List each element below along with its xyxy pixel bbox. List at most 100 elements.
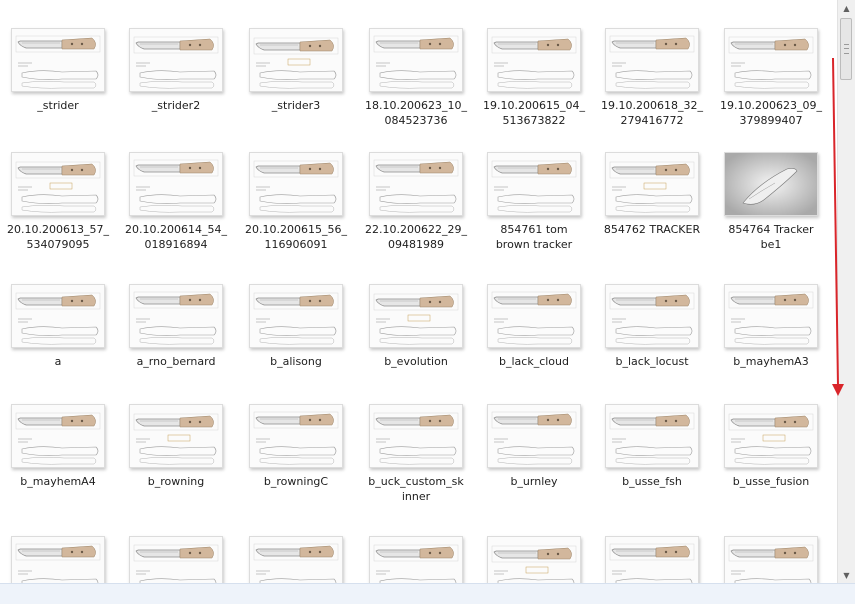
- file-name-label: 19.10.200615_04_ 513673822: [483, 99, 585, 127]
- file-thumbnail: [129, 284, 223, 348]
- file-item[interactable]: _strider: [2, 20, 114, 113]
- file-item[interactable]: [596, 536, 708, 584]
- file-name-label: 19.10.200623_09_ 379899407: [720, 99, 822, 127]
- scroll-up-arrow-icon[interactable]: ▲: [838, 0, 855, 17]
- file-thumbnail: [487, 284, 581, 348]
- file-item[interactable]: 854762 TRACKER: [596, 152, 708, 237]
- file-name-label: 854764 Tracker be1: [728, 223, 814, 251]
- file-item[interactable]: b_lack_locust: [596, 284, 708, 369]
- file-name-label: b_lack_locust: [615, 355, 689, 368]
- file-item[interactable]: b_urnley: [478, 404, 590, 489]
- file-item[interactable]: [2, 536, 114, 584]
- file-item[interactable]: b_mayhemA3: [715, 284, 827, 369]
- file-thumbnail: [129, 28, 223, 92]
- file-name-label: b_usse_fsh: [622, 475, 682, 488]
- file-name-label: b_mayhemA3: [733, 355, 809, 368]
- file-name-label: b_rowning: [147, 475, 205, 488]
- file-thumbnail: [724, 404, 818, 468]
- file-thumbnail: [369, 404, 463, 468]
- file-name-label: _strider: [37, 99, 79, 112]
- file-item[interactable]: 854764 Tracker be1: [715, 152, 827, 252]
- file-thumbnail: [129, 404, 223, 468]
- file-thumbnail: [605, 404, 699, 468]
- file-thumbnail: [369, 28, 463, 92]
- file-name-label: b_evolution: [384, 355, 448, 368]
- file-name-label: 854762 TRACKER: [603, 223, 701, 236]
- file-item[interactable]: b_rowning: [120, 404, 232, 489]
- file-thumbnail: [249, 404, 343, 468]
- file-thumbnail: [249, 536, 343, 584]
- file-thumbnail: [487, 28, 581, 92]
- file-item[interactable]: [478, 536, 590, 584]
- scrollbar-thumb[interactable]: [840, 18, 852, 80]
- file-name-label: a: [54, 355, 62, 368]
- file-item[interactable]: 22.10.200622_29_ 09481989: [360, 152, 472, 252]
- file-name-label: b_urnley: [510, 475, 558, 488]
- file-item[interactable]: 19.10.200623_09_ 379899407: [715, 20, 827, 128]
- file-thumbnail: [487, 404, 581, 468]
- scroll-down-arrow-icon[interactable]: ▼: [838, 567, 855, 584]
- file-item[interactable]: 20.10.200613_57_ 534079095: [2, 152, 114, 252]
- file-thumbnail: [129, 536, 223, 584]
- file-thumbnail: [369, 284, 463, 348]
- file-name-label: b_rowningC: [263, 475, 329, 488]
- file-thumbnail: [724, 28, 818, 92]
- file-thumbnail: [129, 152, 223, 216]
- file-thumbnail: [11, 284, 105, 348]
- vertical-scrollbar[interactable]: ▲ ▼: [837, 0, 855, 584]
- file-item[interactable]: b_usse_fsh: [596, 404, 708, 489]
- file-name-label: 22.10.200622_29_ 09481989: [365, 223, 467, 251]
- file-name-label: b_usse_fusion: [732, 475, 810, 488]
- file-thumbnail: [487, 536, 581, 584]
- file-thumbnail: [11, 536, 105, 584]
- file-item[interactable]: _strider2: [120, 20, 232, 113]
- file-thumbnail: [724, 284, 818, 348]
- file-name-label: 854761 tom brown tracker: [495, 223, 573, 251]
- file-item[interactable]: _strider3: [240, 20, 352, 113]
- file-item[interactable]: a: [2, 284, 114, 369]
- file-thumbnail: [605, 152, 699, 216]
- file-name-label: 20.10.200614_54_ 018916894: [125, 223, 227, 251]
- file-item[interactable]: a_rno_bernard: [120, 284, 232, 369]
- file-item[interactable]: 854761 tom brown tracker: [478, 152, 590, 252]
- file-item[interactable]: b_usse_fusion: [715, 404, 827, 489]
- file-name-label: a_rno_bernard: [136, 355, 216, 368]
- file-thumbnail: [249, 28, 343, 92]
- file-thumbnail: [369, 536, 463, 584]
- file-item[interactable]: 19.10.200618_32_ 279416772: [596, 20, 708, 128]
- file-item[interactable]: 20.10.200615_56_ 116906091: [240, 152, 352, 252]
- file-thumbnail: [605, 284, 699, 348]
- file-name-label: _strider2: [151, 99, 201, 112]
- file-thumbnail: [11, 28, 105, 92]
- file-item[interactable]: b_evolution: [360, 284, 472, 369]
- file-name-label: _strider3: [271, 99, 321, 112]
- file-item[interactable]: [715, 536, 827, 584]
- file-item[interactable]: b_lack_cloud: [478, 284, 590, 369]
- file-item[interactable]: b_rowningC: [240, 404, 352, 489]
- file-name-label: b_mayhemA4: [20, 475, 96, 488]
- file-name-label: b_uck_custom_sk inner: [368, 475, 464, 503]
- file-item[interactable]: [240, 536, 352, 584]
- file-name-label: b_alisong: [270, 355, 322, 368]
- file-item[interactable]: 18.10.200623_10_ 084523736: [360, 20, 472, 128]
- file-thumbnail: [249, 284, 343, 348]
- file-thumbnail: [249, 152, 343, 216]
- file-item[interactable]: 20.10.200614_54_ 018916894: [120, 152, 232, 252]
- file-thumbnail: [724, 152, 818, 216]
- file-item[interactable]: b_alisong: [240, 284, 352, 369]
- file-item[interactable]: [120, 536, 232, 584]
- file-item[interactable]: 19.10.200615_04_ 513673822: [478, 20, 590, 128]
- file-item[interactable]: b_uck_custom_sk inner: [360, 404, 472, 504]
- file-thumbnail: [724, 536, 818, 584]
- file-name-label: 20.10.200613_57_ 534079095: [7, 223, 109, 251]
- file-name-label: 18.10.200623_10_ 084523736: [365, 99, 467, 127]
- file-thumbnail: [605, 536, 699, 584]
- file-item[interactable]: b_mayhemA4: [2, 404, 114, 489]
- file-name-label: 20.10.200615_56_ 116906091: [245, 223, 347, 251]
- file-thumbnail: [605, 28, 699, 92]
- file-item[interactable]: [360, 536, 472, 584]
- file-name-label: 19.10.200618_32_ 279416772: [601, 99, 703, 127]
- file-grid: _strider _strider2 _strider3 18.10.200623_1…: [0, 0, 838, 584]
- status-bar: [0, 583, 855, 604]
- file-name-label: b_lack_cloud: [499, 355, 569, 368]
